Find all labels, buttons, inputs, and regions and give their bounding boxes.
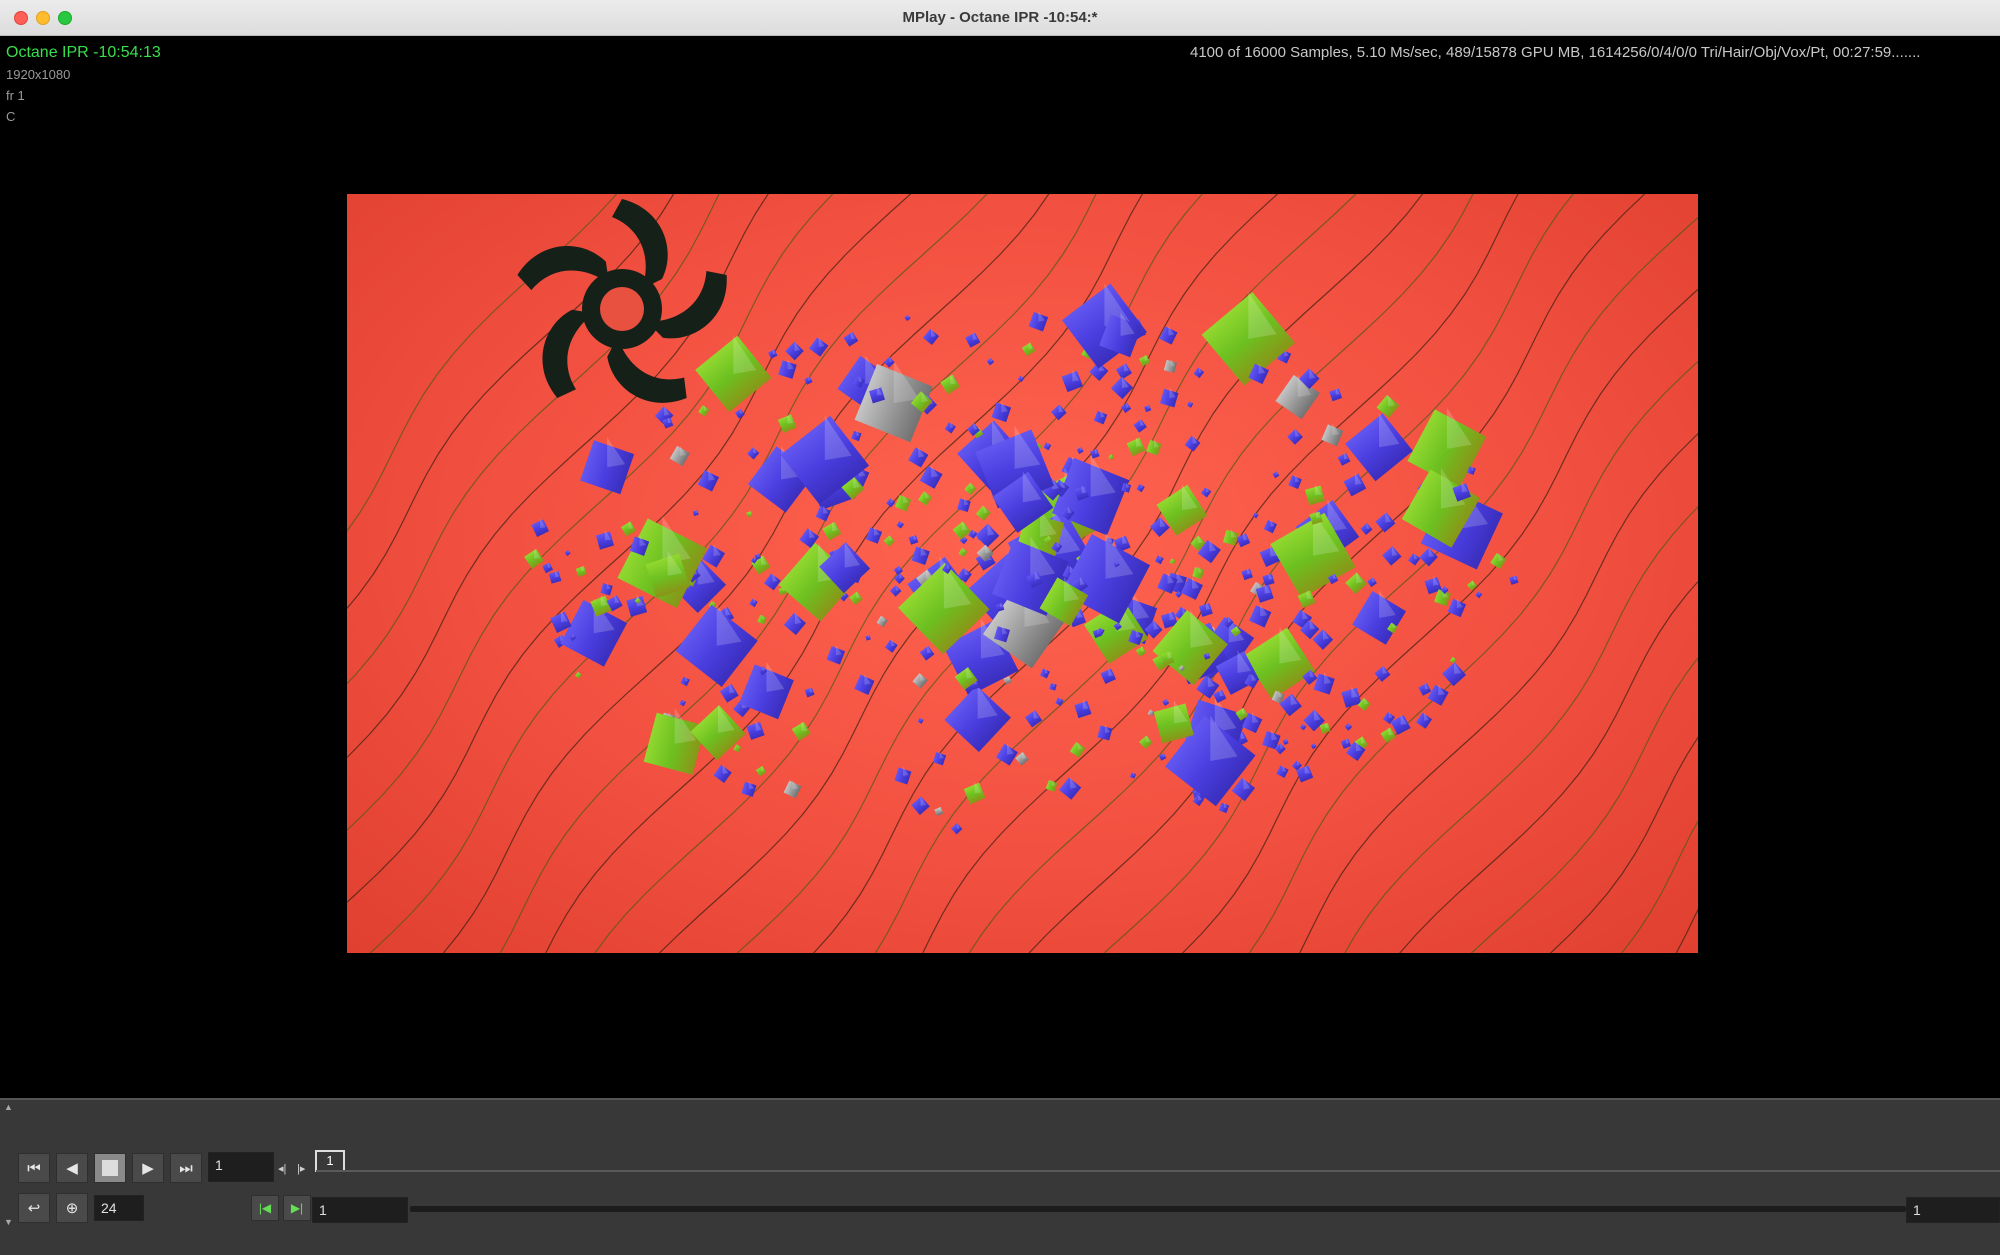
current-frame-field[interactable]: 1 xyxy=(208,1152,274,1182)
channel-label: C xyxy=(6,109,16,124)
render-scene-svg xyxy=(347,194,1698,953)
frame-label: fr 1 xyxy=(6,88,25,103)
crystal-particles xyxy=(524,283,1519,835)
play-forward-button[interactable]: ▶ xyxy=(132,1153,164,1183)
play-reverse-button[interactable]: ◀ xyxy=(56,1153,88,1183)
window-title: MPlay - Octane IPR -10:54:* xyxy=(902,9,1098,26)
image-viewer[interactable]: Octane IPR -10:54:13 1920x1080 fr 1 C 41… xyxy=(0,36,2000,1098)
range-end-field[interactable]: 1 xyxy=(1906,1197,2000,1223)
jump-to-end-button[interactable]: ⏭ xyxy=(170,1153,202,1183)
skip-end-icon: ⏭ xyxy=(179,1159,193,1177)
clock-icon: ⊕ xyxy=(65,1200,79,1217)
skip-start-icon: ⏮ xyxy=(27,1159,41,1177)
jump-to-start-button[interactable]: ⏮ xyxy=(18,1153,50,1183)
set-range-start-button[interactable]: |◀ xyxy=(251,1195,279,1221)
loop-icon: ↩ xyxy=(27,1200,41,1217)
fps-field[interactable]: 24 xyxy=(94,1195,144,1221)
expand-up-icon[interactable]: ▲ xyxy=(4,1102,13,1112)
step-back-icon[interactable]: ◂| xyxy=(278,1162,286,1175)
render-name-label: Octane IPR -10:54:13 xyxy=(6,44,161,61)
render-stats-label: 4100 of 16000 Samples, 5.10 Ms/sec, 489/… xyxy=(1190,44,1921,61)
loop-mode-button[interactable]: ↩ xyxy=(18,1193,50,1223)
play-reverse-icon: ◀ xyxy=(66,1160,78,1177)
stop-button[interactable] xyxy=(94,1153,126,1183)
range-end-icon: ▶| xyxy=(290,1201,304,1215)
stop-icon xyxy=(102,1160,118,1176)
rendered-image xyxy=(347,194,1698,953)
range-start-field[interactable]: 1 xyxy=(312,1197,408,1223)
set-range-end-button[interactable]: ▶| xyxy=(283,1195,311,1221)
step-forward-icon[interactable]: |▸ xyxy=(297,1162,305,1175)
timeline-track[interactable] xyxy=(316,1170,2000,1172)
range-slider[interactable] xyxy=(410,1206,1906,1212)
resolution-label: 1920x1080 xyxy=(6,67,71,82)
realtime-toggle-button[interactable]: ⊕ xyxy=(56,1193,88,1223)
window-titlebar: MPlay - Octane IPR -10:54:* xyxy=(0,0,2000,36)
expand-down-icon[interactable]: ▼ xyxy=(4,1217,13,1227)
play-icon: ▶ xyxy=(142,1160,154,1177)
range-start-icon: |◀ xyxy=(258,1201,272,1215)
timeline-frame-marker[interactable]: 1 xyxy=(315,1150,345,1172)
playbar-panel: ▲ ▼ xyxy=(0,1098,2000,1255)
